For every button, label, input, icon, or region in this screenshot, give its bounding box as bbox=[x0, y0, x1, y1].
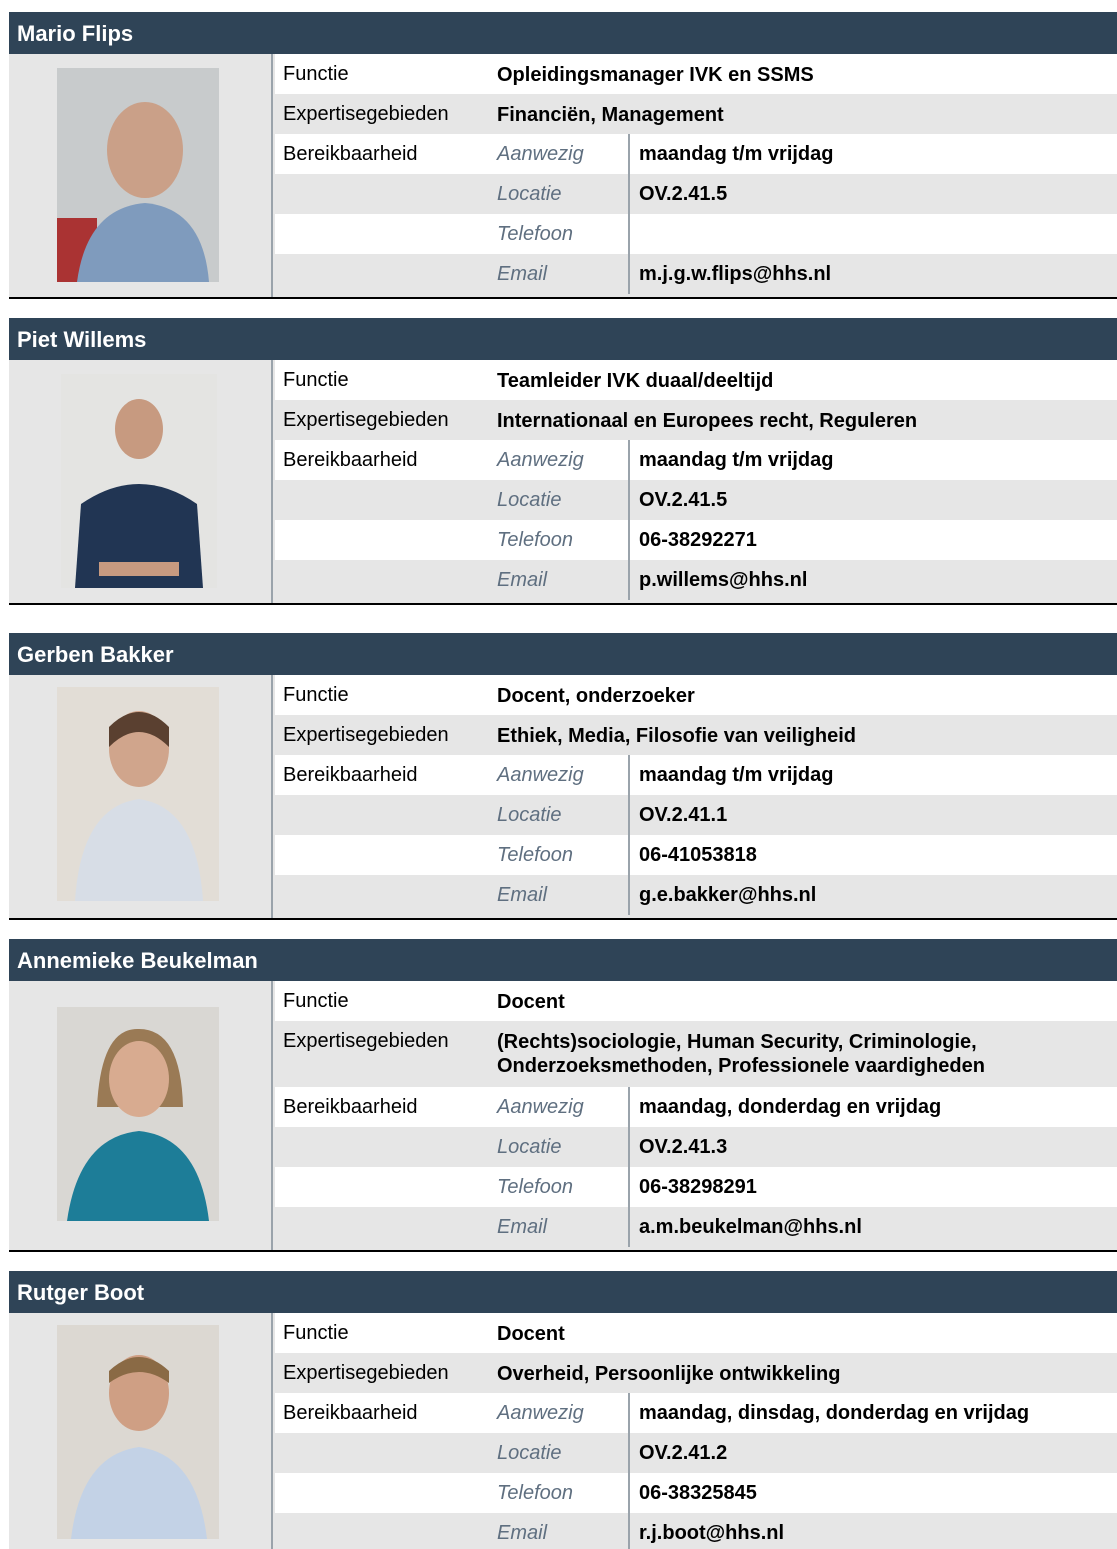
locatie-label: Locatie bbox=[497, 183, 562, 205]
functie-value: Teamleider IVK duaal/deeltijd bbox=[497, 370, 774, 392]
staff-photo bbox=[57, 1325, 219, 1539]
locatie-label: Locatie bbox=[497, 489, 562, 511]
telefoon-label: Telefoon bbox=[497, 1482, 573, 1504]
staff-card: Gerben Bakker Functie Docent, onderzoeker… bbox=[9, 633, 1117, 920]
aanwezig-value: maandag, donderdag en vrijdag bbox=[639, 1096, 942, 1118]
locatie-value: OV.2.41.2 bbox=[639, 1442, 728, 1464]
staff-name: Gerben Bakker bbox=[9, 633, 1117, 675]
functie-value: Opleidingsmanager IVK en SSMS bbox=[497, 64, 814, 86]
staff-photo bbox=[57, 68, 219, 282]
aanwezig-label: Aanwezig bbox=[497, 1096, 584, 1118]
email-label: Email bbox=[497, 263, 548, 285]
staff-photo bbox=[57, 1007, 219, 1221]
expertise-value-line1: (Rechts)sociologie, Human Security, Crim… bbox=[497, 1031, 977, 1053]
aanwezig-label: Aanwezig bbox=[497, 764, 584, 786]
bereik-label: Bereikbaarheid bbox=[283, 449, 418, 471]
staff-card: Piet Willems Functie Teamleider IVK duaal… bbox=[9, 318, 1117, 605]
aanwezig-value: maandag t/m vrijdag bbox=[639, 143, 834, 165]
email-label: Email bbox=[497, 1522, 548, 1544]
email-label: Email bbox=[497, 884, 548, 906]
telefoon-value: 06-38298291 bbox=[639, 1176, 757, 1198]
functie-label: Functie bbox=[283, 1322, 349, 1344]
staff-name: Rutger Boot bbox=[9, 1271, 1117, 1313]
functie-value: Docent, onderzoeker bbox=[497, 685, 695, 707]
functie-label: Functie bbox=[283, 990, 349, 1012]
email-label: Email bbox=[497, 569, 548, 591]
email-value[interactable]: m.j.g.w.flips@hhs.nl bbox=[639, 263, 831, 286]
functie-value: Docent bbox=[497, 1323, 565, 1345]
expertise-value: Financiën, Management bbox=[497, 104, 724, 126]
expertise-value: Overheid, Persoonlijke ontwikkeling bbox=[497, 1363, 841, 1385]
telefoon-label: Telefoon bbox=[497, 1176, 573, 1198]
expertise-label: Expertisegebieden bbox=[283, 409, 449, 431]
staff-photo bbox=[61, 374, 217, 588]
functie-label: Functie bbox=[283, 684, 349, 706]
telefoon-value: 06-38325845 bbox=[639, 1482, 757, 1504]
bereik-label: Bereikbaarheid bbox=[283, 143, 418, 165]
expertise-label: Expertisegebieden bbox=[283, 1362, 449, 1384]
functie-label: Functie bbox=[283, 63, 349, 85]
functie-label: Functie bbox=[283, 369, 349, 391]
email-value[interactable]: g.e.bakker@hhs.nl bbox=[639, 884, 816, 907]
locatie-value: OV.2.41.1 bbox=[639, 804, 728, 826]
expertise-label: Expertisegebieden bbox=[283, 1030, 449, 1052]
telefoon-value: 06-38292271 bbox=[639, 529, 757, 551]
email-value[interactable]: a.m.beukelman@hhs.nl bbox=[639, 1216, 862, 1239]
staff-card: Mario Flips Functie Opleidingsmanager IVK… bbox=[9, 12, 1117, 299]
staff-photo bbox=[57, 687, 219, 901]
staff-card: Rutger Boot Functie Docent Expertisegebie… bbox=[9, 1271, 1117, 1549]
locatie-value: OV.2.41.5 bbox=[639, 183, 728, 205]
email-value[interactable]: p.willems@hhs.nl bbox=[639, 569, 807, 592]
staff-card: Annemieke Beukelman Functie Docent Expert… bbox=[9, 939, 1117, 1252]
staff-name: Annemieke Beukelman bbox=[9, 939, 1117, 981]
locatie-label: Locatie bbox=[497, 1442, 562, 1464]
bereik-label: Bereikbaarheid bbox=[283, 1096, 418, 1118]
bereik-label: Bereikbaarheid bbox=[283, 764, 418, 786]
expertise-label: Expertisegebieden bbox=[283, 103, 449, 125]
locatie-value: OV.2.41.3 bbox=[639, 1136, 728, 1158]
aanwezig-label: Aanwezig bbox=[497, 449, 584, 471]
aanwezig-value: maandag, dinsdag, donderdag en vrijdag bbox=[639, 1402, 1030, 1424]
telefoon-value: 06-41053818 bbox=[639, 844, 757, 866]
aanwezig-label: Aanwezig bbox=[497, 143, 584, 165]
staff-name: Mario Flips bbox=[9, 12, 1117, 54]
expertise-value: Ethiek, Media, Filosofie van veiligheid bbox=[497, 725, 856, 747]
functie-value: Docent bbox=[497, 991, 565, 1013]
expertise-value: Internationaal en Europees recht, Regule… bbox=[497, 410, 918, 432]
telefoon-label: Telefoon bbox=[497, 223, 573, 245]
telefoon-label: Telefoon bbox=[497, 844, 573, 866]
email-label: Email bbox=[497, 1216, 548, 1238]
aanwezig-value: maandag t/m vrijdag bbox=[639, 764, 834, 786]
bereik-label: Bereikbaarheid bbox=[283, 1402, 418, 1424]
staff-name: Piet Willems bbox=[9, 318, 1117, 360]
aanwezig-label: Aanwezig bbox=[497, 1402, 584, 1424]
telefoon-label: Telefoon bbox=[497, 529, 573, 551]
email-value[interactable]: r.j.boot@hhs.nl bbox=[639, 1522, 784, 1545]
expertise-label: Expertisegebieden bbox=[283, 724, 449, 746]
aanwezig-value: maandag t/m vrijdag bbox=[639, 449, 834, 471]
locatie-value: OV.2.41.5 bbox=[639, 489, 728, 511]
locatie-label: Locatie bbox=[497, 1136, 562, 1158]
locatie-label: Locatie bbox=[497, 804, 562, 826]
expertise-value-line2: Onderzoeksmethoden, Professionele vaardi… bbox=[497, 1055, 985, 1077]
